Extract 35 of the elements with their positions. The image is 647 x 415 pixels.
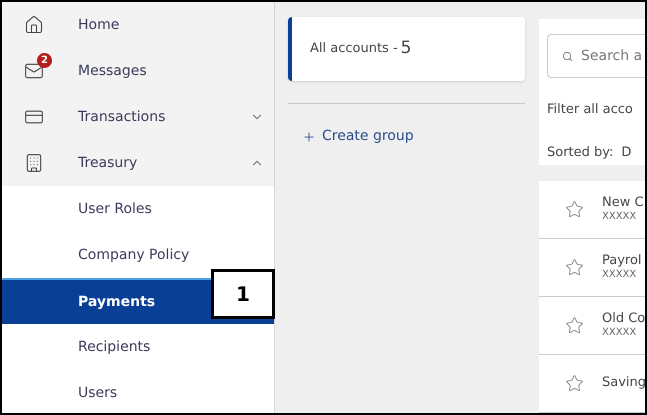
sidebar-item[interactable]: 2 Messages [2, 48, 274, 94]
account-row[interactable]: New C XXXXX [539, 181, 645, 239]
account-row[interactable]: Saving [539, 355, 645, 413]
account-name: Saving [602, 375, 645, 392]
account-number: XXXXX [602, 211, 638, 224]
account-name: Payrol [602, 253, 642, 270]
submenu-item[interactable]: User Roles [2, 186, 274, 232]
submenu-item[interactable]: Users [2, 370, 274, 413]
star-icon[interactable] [565, 316, 584, 335]
plus-icon [302, 130, 316, 144]
search-field[interactable]: Search a [547, 34, 645, 78]
home-icon [24, 15, 44, 35]
account-row[interactable]: Old Co XXXXX [539, 297, 645, 355]
sidebar-item[interactable]: Transactions [2, 94, 274, 140]
notification-badge: 2 [37, 53, 52, 68]
sort-value[interactable]: D [621, 142, 632, 162]
create-group-link[interactable]: Create group [302, 126, 525, 147]
account-number: XXXXX [602, 269, 638, 282]
annotation-tooltip: 1 [211, 269, 275, 319]
submenu-item[interactable]: Recipients [2, 324, 274, 370]
account-number: XXXXX [602, 327, 638, 340]
account-name: New C [602, 195, 644, 212]
sidebar-item[interactable]: Home [2, 2, 274, 48]
building-icon [24, 153, 44, 173]
star-icon[interactable] [565, 200, 584, 219]
sort-label: Sorted by: [547, 144, 614, 162]
group-card[interactable]: All accounts - 5 [288, 17, 525, 81]
star-icon[interactable] [565, 258, 584, 277]
filter-text: Filter all acco [547, 101, 634, 119]
sidebar-item[interactable]: Treasury [2, 140, 274, 186]
star-icon[interactable] [565, 374, 584, 393]
account-name: Old Co [602, 311, 645, 328]
mail-icon [24, 61, 44, 81]
account-row[interactable]: Payrol XXXXX [539, 239, 645, 297]
search-icon [562, 50, 573, 62]
